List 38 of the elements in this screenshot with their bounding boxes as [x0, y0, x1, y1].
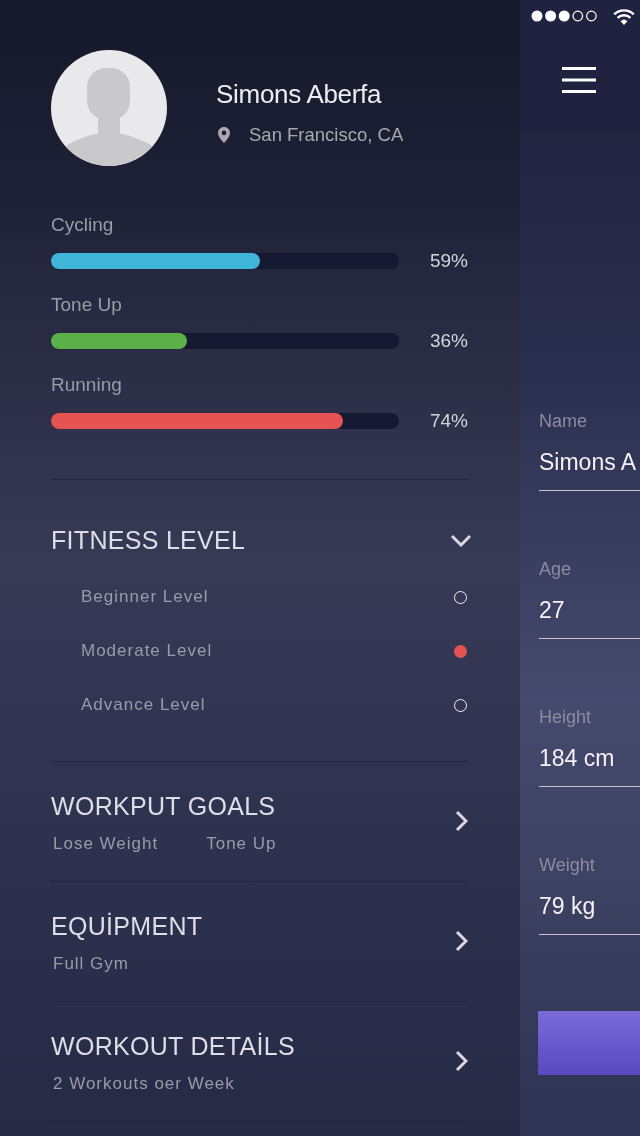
percent-reading: 36%: [429, 330, 468, 352]
chevron-down-icon[interactable]: [450, 533, 472, 547]
input-field[interactable]: Simons A: [539, 448, 640, 491]
field-label: Age: [539, 558, 572, 580]
field-label: Name: [539, 410, 587, 432]
avatar-icon: [51, 50, 167, 166]
percent-reading: 59%: [429, 250, 468, 272]
section-title: WORKOUT DETAİLS: [51, 1031, 296, 1061]
field-label: Weight: [539, 854, 595, 876]
activity-label: Tone Up: [51, 294, 122, 316]
menu-icon: [562, 67, 596, 93]
location-text: San Francisco, CA: [249, 123, 404, 147]
input-field[interactable]: 79 kg: [539, 892, 640, 935]
location-pin-icon: [218, 127, 230, 143]
chevron-right-icon[interactable]: [455, 809, 468, 832]
section-title: WORKPUT GOALS: [51, 791, 277, 821]
radio-icon[interactable]: [454, 644, 467, 658]
level-option[interactable]: Beginner Level: [51, 570, 468, 624]
field-label: Height: [539, 706, 592, 728]
signal-icon: [531, 10, 598, 22]
section-title: EQUİPMENT: [51, 911, 204, 941]
activity-label: Running: [51, 374, 122, 396]
percent-reading: 74%: [429, 410, 468, 432]
chevron-right-icon[interactable]: [455, 1049, 468, 1072]
wifi-icon: [612, 7, 636, 25]
input-field[interactable]: 27: [539, 596, 640, 639]
chevron-right-icon[interactable]: [455, 929, 468, 952]
section-value: Tone Up: [206, 834, 277, 854]
input-field[interactable]: 184 cm: [539, 744, 640, 787]
level-option[interactable]: Advance Level: [51, 678, 468, 732]
level-option[interactable]: Moderate Level: [51, 624, 468, 678]
activity-label: Cycling: [51, 214, 114, 236]
section-value: Full Gym: [53, 954, 129, 974]
section-value: Lose Weight: [53, 834, 159, 854]
menu-button[interactable]: [562, 67, 596, 93]
user-name: Simons Aberfa: [216, 78, 383, 111]
section-title: FITNESS LEVEL: [51, 525, 246, 555]
section-value: 2 Workouts oer Week: [53, 1074, 235, 1094]
